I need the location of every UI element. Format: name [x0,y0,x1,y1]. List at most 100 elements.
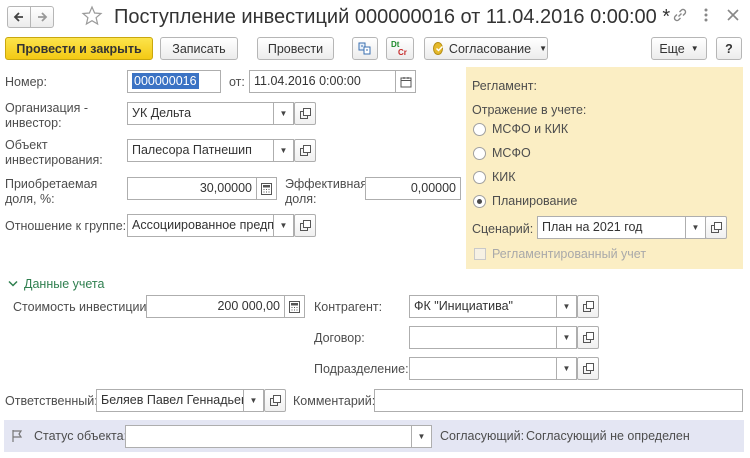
regulated-label: Регламентированный учет [492,247,647,261]
effective-share-field[interactable]: 0,00000 [365,177,461,200]
open-form-icon [582,301,594,312]
contract-label: Договор: [314,331,365,345]
counterparty-field[interactable]: ФК "Инициатива" [409,295,557,318]
contract-dropdown-button[interactable]: ▼ [557,326,577,349]
structure-button[interactable] [352,37,378,60]
approval-icon [433,42,444,55]
comment-field[interactable] [374,389,743,412]
more-button[interactable]: Еще ▼ [651,37,707,60]
calculator-icon [261,182,272,195]
open-form-icon [299,108,311,119]
relation-dropdown-button[interactable]: ▼ [274,214,294,237]
more-actions-icon[interactable] [701,6,711,24]
division-label: Подразделение: [314,362,409,376]
cost-label: Стоимость инвестиции: [13,300,150,314]
calculator-icon [289,300,300,313]
division-field[interactable] [409,357,557,380]
counterparty-dropdown-button[interactable]: ▼ [557,295,577,318]
radio-ifrs[interactable] [473,147,486,160]
regulated-checkbox[interactable] [474,248,486,260]
post-button[interactable]: Провести [257,37,334,60]
relation-field[interactable]: Ассоциированное предпр [127,214,274,237]
open-form-icon [710,222,722,233]
approver-label: Согласующий: [440,429,525,443]
forward-button[interactable] [30,6,54,28]
favorite-button[interactable] [81,5,103,27]
arrow-left-icon [13,12,23,22]
more-label: Еще [659,41,685,56]
counterparty-open-button[interactable] [577,295,599,318]
data-section-header[interactable]: Данные учета [8,277,104,291]
open-form-icon [269,395,281,406]
object-label: Объект инвестирования: [5,138,103,167]
object-open-button[interactable] [294,139,316,162]
radio-planning[interactable] [473,195,486,208]
open-form-icon [582,332,594,343]
chevron-down-icon: ▼ [562,333,571,342]
responsible-dropdown-button[interactable]: ▼ [244,389,264,412]
date-label: от: [229,75,245,89]
number-value: 000000016 [132,73,199,89]
contract-field[interactable] [409,326,557,349]
responsible-label: Ответственный: [5,394,98,408]
object-field[interactable]: Палесора Патнешип [127,139,274,162]
help-button[interactable]: ? [716,37,742,60]
object-dropdown-button[interactable]: ▼ [274,139,294,162]
org-dropdown-button[interactable]: ▼ [274,102,294,125]
date-calendar-button[interactable] [396,70,416,93]
share-calculator-button[interactable] [257,177,277,200]
chevron-down-icon: ▼ [562,364,571,373]
org-field[interactable]: УК Дельта [127,102,274,125]
chevron-down-icon [8,280,18,287]
open-form-icon [582,363,594,374]
regulation-panel: Регламент: Отражение в учете: МСФО и КИК… [466,67,743,269]
org-open-button[interactable] [294,102,316,125]
page-title: Поступление инвестиций 000000016 от 11.0… [114,6,671,28]
post-and-close-button[interactable]: Провести и закрыть [5,37,153,60]
chevron-down-icon: ▼ [279,146,288,155]
open-form-icon [299,145,311,156]
cost-field[interactable]: 200 000,00 [146,295,285,318]
cost-calculator-button[interactable] [285,295,305,318]
counterparty-label: Контрагент: [314,300,383,314]
radio-cfc[interactable] [473,171,486,184]
scenario-field[interactable]: План на 2021 год [537,216,686,239]
division-dropdown-button[interactable]: ▼ [557,357,577,380]
status-field[interactable] [125,425,412,448]
calendar-icon [400,76,411,87]
relation-open-button[interactable] [294,214,316,237]
chevron-down-icon: ▼ [279,221,288,230]
relation-label: Отношение к группе: [5,219,127,233]
arrow-right-icon [38,12,48,22]
date-field[interactable]: 11.04.2016 0:00:00 [249,70,396,93]
radio-cfc-label: КИК [492,170,516,184]
number-field[interactable]: 000000016 [127,70,221,93]
approval-button[interactable]: Согласование ▼ [424,37,548,60]
write-button[interactable]: Записать [160,37,238,60]
flag-icon [12,430,23,442]
scenario-dropdown-button[interactable]: ▼ [686,216,706,239]
back-button[interactable] [7,6,31,28]
contract-open-button[interactable] [577,326,599,349]
chevron-down-icon: ▼ [539,44,547,53]
number-label: Номер: [5,75,47,89]
scenario-open-button[interactable] [705,216,727,239]
status-dropdown-button[interactable]: ▼ [412,425,432,448]
chevron-down-icon: ▼ [691,223,700,232]
division-open-button[interactable] [577,357,599,380]
reflection-label: Отражение в учете: [472,103,587,117]
share-field[interactable]: 30,00000 [127,177,257,200]
chevron-down-icon: ▼ [562,302,571,311]
link-icon[interactable] [671,6,689,24]
dt-cr-button[interactable]: Dt Cr [386,37,414,60]
approval-label: Согласование [448,41,532,56]
radio-ifrs-label: МСФО [492,146,531,160]
responsible-field[interactable]: Беляев Павел Геннадьеви [96,389,244,412]
scenario-label: Сценарий: [472,222,534,236]
radio-ifrs-cfc[interactable] [473,123,486,136]
effective-share-label: Эффективная доля: [285,177,368,206]
responsible-open-button[interactable] [264,389,286,412]
status-label: Статус объекта: [34,429,128,443]
close-icon[interactable] [724,6,742,24]
chevron-down-icon: ▼ [417,432,426,441]
